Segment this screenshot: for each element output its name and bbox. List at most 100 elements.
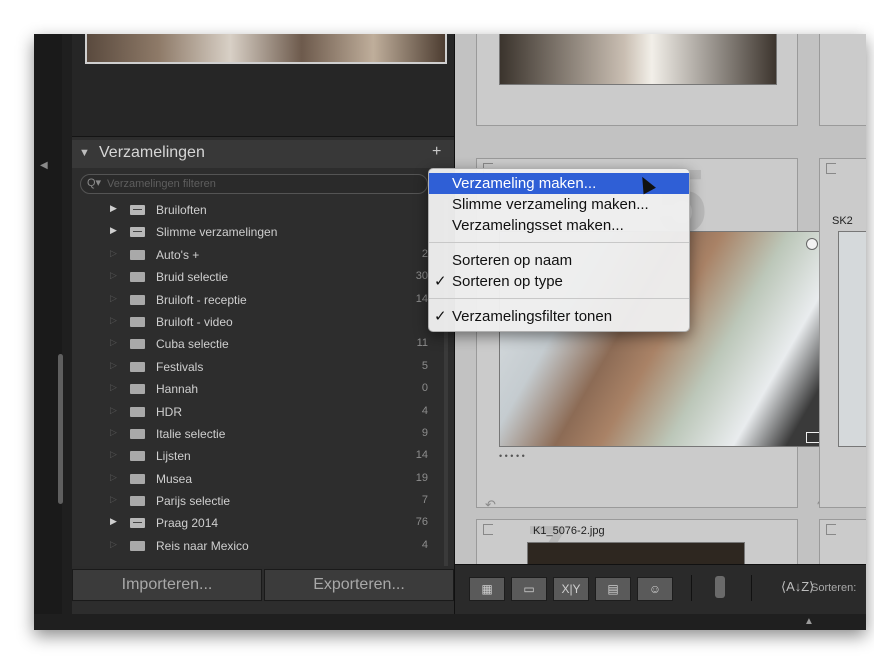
painter-spray-icon[interactable] (715, 576, 725, 598)
collection-row[interactable]: ▷ Bruiloft - receptie 14 (72, 289, 454, 311)
collection-set-icon (130, 518, 145, 529)
survey-view-button[interactable]: ▤ (595, 577, 631, 601)
menu-item-label: Slimme verzameling maken... (452, 196, 649, 213)
collection-icon (130, 540, 145, 551)
export-button[interactable]: Exporteren... (264, 569, 454, 601)
menu-item[interactable]: ✓ Sorteren op type (429, 271, 689, 292)
disclosure-arrow-icon[interactable]: ▷ (110, 472, 117, 483)
collection-icon (130, 384, 145, 395)
menu-item[interactable]: ✓ Verzamelingsfilter tonen (429, 306, 689, 327)
menu-item[interactable]: Slimme verzameling maken... (429, 194, 689, 215)
navigator-photo (85, 34, 447, 64)
collection-icon (130, 451, 145, 462)
collection-row[interactable]: ▷ Cuba selectie 11 (72, 333, 454, 355)
filter-input[interactable]: Q▾ Verzamelingen filteren (80, 174, 428, 194)
circle-icon[interactable] (806, 238, 818, 250)
collection-count: 14 (415, 292, 428, 305)
disclosure-arrow-icon[interactable]: ▷ (110, 405, 117, 416)
filter-placeholder: Verzamelingen filteren (107, 178, 216, 190)
collection-row[interactable]: ▷ Reis naar Mexico 4 (72, 535, 454, 557)
thumbnail[interactable] (838, 231, 866, 447)
triangle-down-icon[interactable]: ▼ (79, 147, 90, 159)
expand-filmstrip-icon[interactable]: ▲ (804, 616, 814, 627)
collection-label: Auto's + (156, 247, 200, 262)
grid-cell[interactable] (819, 519, 866, 564)
collection-row[interactable]: ▶ Slimme verzamelingen (72, 221, 454, 243)
disclosure-arrow-icon[interactable]: ▷ (110, 360, 117, 371)
disclosure-arrow-icon[interactable]: ▷ (110, 270, 117, 281)
collection-count: 11 (416, 337, 428, 350)
left-edge-strip: ◀ (34, 34, 63, 630)
disclosure-arrow-icon[interactable]: ▷ (110, 427, 117, 438)
collection-label: HDR (156, 404, 182, 419)
left-scrollbar[interactable] (58, 354, 63, 504)
collection-row[interactable]: ▶ Bruiloften (72, 199, 454, 221)
collection-row[interactable]: ▷ Festivals 5 (72, 356, 454, 378)
disclosure-arrow-icon[interactable]: ▷ (110, 494, 117, 505)
menu-item-label: Verzameling maken... (452, 175, 597, 192)
disclosure-arrow-icon[interactable]: ▷ (110, 539, 117, 550)
thumbnail[interactable] (527, 542, 745, 564)
mouse-cursor-icon (636, 173, 656, 195)
collection-count: 4 (421, 404, 428, 417)
disclosure-arrow-icon[interactable]: ▷ (110, 293, 117, 304)
sort-direction-icon[interactable]: ⟨A↓Z⟩ (781, 579, 814, 595)
collection-count: 7 (421, 494, 428, 507)
grid-cell[interactable]: SK2 (819, 158, 866, 508)
disclosure-arrow-icon[interactable]: ▶ (110, 203, 117, 214)
collection-label: Musea (156, 471, 193, 486)
collection-row[interactable]: ▷ Bruiloft - video (72, 311, 454, 333)
collection-row[interactable]: ▷ Auto's + 2 (72, 244, 454, 266)
collection-icon (130, 473, 145, 484)
import-button[interactable]: Importeren... (72, 569, 262, 601)
file-name-label: K1_5076-2.jpg (533, 525, 605, 537)
collection-row[interactable]: ▷ Bruid selectie 30 (72, 266, 454, 288)
section-title: Verzamelingen (99, 144, 205, 161)
disclosure-arrow-icon[interactable]: ▷ (110, 449, 117, 460)
menu-item[interactable]: Verzameling maken... (429, 173, 689, 195)
collection-row[interactable]: ▷ Parijs selectie 7 (72, 490, 454, 512)
menu-item[interactable]: Sorteren op naam (429, 250, 689, 271)
collapse-panel-arrow-icon[interactable]: ◀ (40, 160, 48, 171)
collection-count: 5 (421, 359, 428, 372)
disclosure-arrow-icon[interactable]: ▷ (110, 248, 117, 259)
disclosure-arrow-icon[interactable]: ▷ (110, 382, 117, 393)
thumbnail[interactable] (499, 34, 777, 85)
loupe-view-button[interactable]: ▭ (511, 577, 547, 601)
rating-dots[interactable]: • • • • • (499, 451, 525, 461)
disclosure-arrow-icon[interactable]: ▷ (110, 337, 117, 348)
collection-icon (130, 316, 145, 327)
collection-row[interactable]: ▷ Lijsten 14 (72, 445, 454, 467)
grid-cell[interactable]: 7 K1_5076-2.jpg (476, 511, 798, 564)
collection-row[interactable]: ▶ Praag 2014 76 (72, 512, 454, 534)
menu-item[interactable]: Verzamelingsset maken... (429, 215, 689, 236)
collections-header[interactable]: ▼ Verzamelingen + (72, 140, 454, 168)
add-collection-icon[interactable]: + (432, 143, 441, 161)
people-view-button[interactable]: ☺ (637, 577, 673, 601)
collection-label: Lijsten (156, 449, 191, 464)
bottom-strip: ▲ (34, 614, 866, 630)
collection-icon (130, 361, 145, 372)
compare-view-button[interactable]: X|Y (553, 577, 589, 601)
collection-row[interactable]: ▷ Hannah 0 (72, 378, 454, 400)
grid-cell[interactable] (819, 34, 866, 126)
grid-cell[interactable] (476, 34, 798, 126)
collection-count: 30 (415, 270, 428, 283)
collection-count: 4 (421, 538, 428, 551)
search-icon: Q▾ (87, 177, 102, 189)
flag-icon[interactable] (826, 163, 836, 174)
disclosure-arrow-icon[interactable]: ▷ (110, 315, 117, 326)
rotate-left-icon[interactable]: ↶ (485, 497, 496, 513)
collection-row[interactable]: ▷ Italie selectie 9 (72, 423, 454, 445)
collection-row[interactable]: ▷ Musea 19 (72, 468, 454, 490)
disclosure-arrow-icon[interactable]: ▶ (110, 516, 117, 527)
collection-label: Festivals (156, 359, 204, 374)
collection-label: Bruiloft - receptie (156, 292, 247, 307)
flag-icon[interactable] (826, 524, 836, 535)
collection-row[interactable]: ▷ HDR 4 (72, 401, 454, 423)
collection-icon (130, 428, 145, 439)
flag-icon[interactable] (483, 524, 493, 535)
collection-count: 14 (415, 449, 428, 462)
grid-view-button[interactable]: ▦ (469, 577, 505, 601)
disclosure-arrow-icon[interactable]: ▶ (110, 225, 117, 236)
